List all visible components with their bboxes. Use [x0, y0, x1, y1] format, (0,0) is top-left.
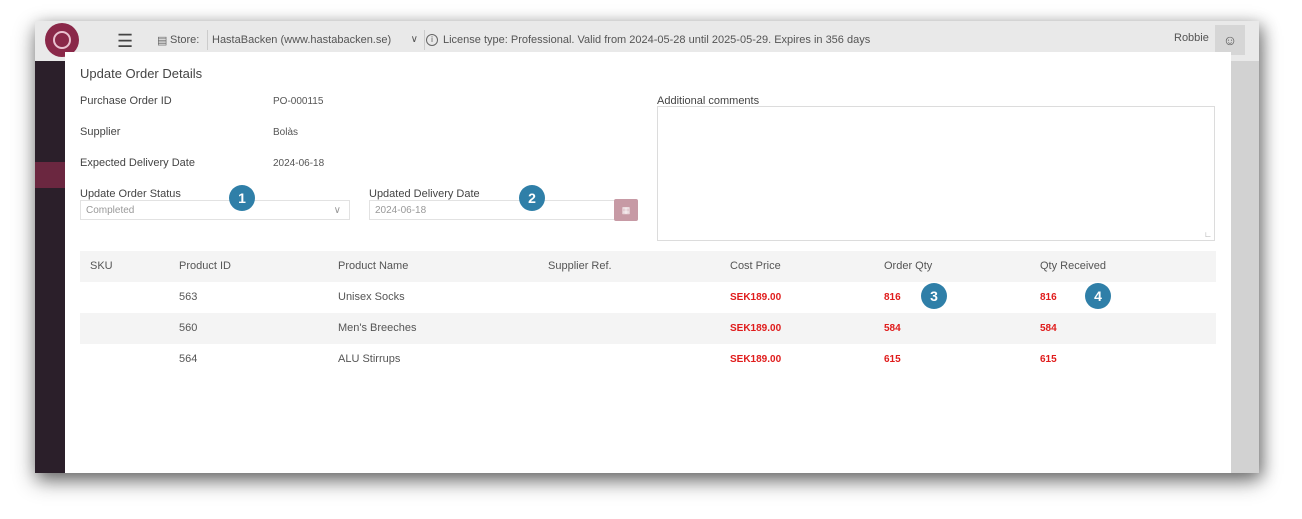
update-order-modal: Update Order Details Purchase Order ID P…	[65, 52, 1231, 473]
resize-handle-icon[interactable]: ∟	[1204, 230, 1212, 239]
header-product-id[interactable]: Product ID	[179, 260, 231, 272]
user-name[interactable]: Robbie	[1174, 32, 1209, 44]
calendar-icon: ▦	[621, 205, 631, 215]
store-icon: ▤	[157, 35, 168, 47]
order-status-label: Update Order Status	[80, 188, 181, 200]
header-qty-received[interactable]: Qty Received	[1040, 260, 1106, 272]
cell-product-id: 564	[179, 353, 198, 365]
sidebar-item-active[interactable]	[35, 162, 65, 188]
header-order-qty[interactable]: Order Qty	[884, 260, 932, 272]
updated-delivery-value: 2024-06-18	[375, 205, 427, 216]
user-icon[interactable]: ☺	[1215, 25, 1245, 55]
sidebar	[35, 61, 65, 473]
order-status-value: Completed	[86, 205, 135, 216]
cell-qty-received[interactable]: 584	[1040, 323, 1057, 334]
order-status-select[interactable]: Completed ∨	[80, 200, 350, 220]
cell-product-id: 560	[179, 322, 198, 334]
cell-cost-price: SEK189.00	[730, 354, 782, 365]
cell-qty-received[interactable]: 615	[1040, 354, 1057, 365]
cell-order-qty[interactable]: 615	[884, 354, 901, 365]
table-header: SKU Product ID Product Name Supplier Ref…	[80, 251, 1216, 282]
cell-order-qty[interactable]: 584	[884, 323, 901, 334]
supplier-label: Supplier	[80, 126, 121, 138]
cell-product-id: 563	[179, 291, 198, 303]
updated-delivery-input[interactable]: 2024-06-18	[369, 200, 615, 220]
supplier-value: Bolàs	[273, 127, 299, 138]
purchase-order-id-label: Purchase Order ID	[80, 95, 172, 107]
store-select-value: HastaBacken (www.hastabacken.se)	[212, 34, 392, 46]
cell-qty-received[interactable]: 816	[1040, 292, 1057, 303]
header-product-name[interactable]: Product Name	[338, 260, 408, 272]
header-cost-price[interactable]: Cost Price	[730, 260, 781, 272]
background-panel	[1231, 61, 1259, 473]
license-info: License type: Professional. Valid from 2…	[443, 34, 871, 46]
purchase-order-id-value: PO-000115	[273, 96, 324, 107]
cell-product-name: Unisex Socks	[338, 291, 405, 303]
cell-product-name: Men's Breeches	[338, 322, 417, 334]
store-select[interactable]: HastaBacken (www.hastabacken.se) ∨	[207, 30, 425, 50]
expected-delivery-value: 2024-06-18	[273, 158, 325, 169]
store-label: Store:	[170, 34, 200, 46]
table-row[interactable]: 563 Unisex Socks SEK189.00 816 816	[80, 282, 1216, 313]
updated-delivery-label: Updated Delivery Date	[369, 188, 480, 200]
table-row[interactable]: 560 Men's Breeches SEK189.00 584 584	[80, 313, 1216, 344]
chevron-down-icon: ∨	[333, 205, 341, 216]
menu-icon[interactable]: ☰	[117, 32, 133, 50]
expected-delivery-label: Expected Delivery Date	[80, 157, 195, 169]
modal-title: Update Order Details	[80, 66, 203, 81]
callout-badge-2: 2	[519, 185, 545, 211]
callout-badge-1: 1	[229, 185, 255, 211]
calendar-button[interactable]: ▦	[614, 199, 638, 221]
chevron-down-icon: ∨	[410, 34, 418, 45]
cell-cost-price: SEK189.00	[730, 323, 782, 334]
cell-order-qty[interactable]: 816	[884, 292, 901, 303]
cell-product-name: ALU Stirrups	[338, 353, 401, 365]
comments-textarea[interactable]: ∟	[657, 106, 1215, 241]
table-row[interactable]: 564 ALU Stirrups SEK189.00 615 615	[80, 344, 1216, 375]
header-supplier-ref[interactable]: Supplier Ref.	[548, 260, 612, 272]
header-sku[interactable]: SKU	[90, 260, 113, 272]
cell-cost-price: SEK189.00	[730, 292, 782, 303]
info-icon: i	[426, 34, 438, 46]
